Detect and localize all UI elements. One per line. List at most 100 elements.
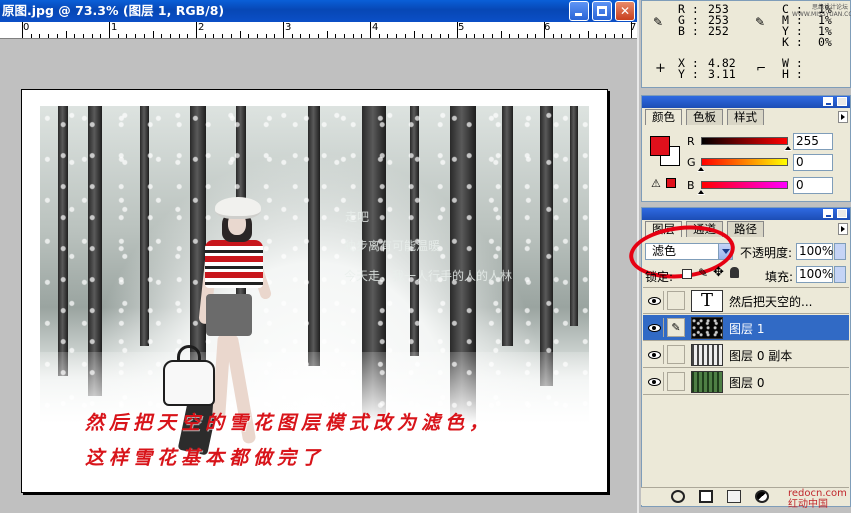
- channel-slider-r[interactable]: [701, 137, 788, 145]
- ruler-tick: [22, 22, 23, 38]
- ruler-tick: [561, 34, 563, 38]
- channel-input-g[interactable]: 0: [793, 154, 833, 171]
- new-group-icon[interactable]: [727, 490, 741, 503]
- ruler-tick: [48, 34, 50, 38]
- ruler-tick: [109, 22, 110, 38]
- ruler-label-2: 2: [198, 22, 205, 33]
- ruler-tick: [274, 34, 276, 38]
- ruler-tick: [370, 22, 371, 38]
- eyedropper-icon: ✎: [653, 15, 664, 29]
- lock-transparency-icon[interactable]: [682, 269, 692, 279]
- document-title-bar[interactable]: 原图.jpg @ 73.3% (图层 1, RGB/8): [0, 0, 637, 22]
- layer-name: 然后把天空的...: [729, 295, 813, 309]
- layers-list: T 然后把天空的... ✎ 图层 1 图层 0 副本 图层 0: [643, 287, 849, 492]
- layers-palette: 图层 通道 路径 滤色 不透明度: 100% 锁定: ✎ ✥ 填充: 100% …: [626, 207, 851, 507]
- eye-icon[interactable]: [645, 291, 664, 310]
- layer-style-icon[interactable]: [671, 490, 685, 503]
- layer-link-cell[interactable]: [667, 372, 685, 391]
- close-button[interactable]: ✕: [615, 1, 635, 21]
- eye-icon[interactable]: [645, 318, 664, 337]
- ruler-tick: [74, 34, 76, 38]
- lock-pixels-icon[interactable]: ✎: [698, 266, 708, 280]
- opacity-input[interactable]: 100%: [796, 243, 833, 260]
- layer-row[interactable]: 图层 0: [643, 369, 849, 395]
- fill-input[interactable]: 100%: [796, 266, 833, 283]
- close-palette-button[interactable]: [837, 209, 847, 218]
- layer-row[interactable]: 图层 0 副本: [643, 342, 849, 368]
- color-palette-titlebar[interactable]: [642, 96, 850, 108]
- fill-slider-button[interactable]: [834, 266, 846, 283]
- ruler-tick: [604, 34, 606, 38]
- ruler-label-3: 3: [285, 22, 292, 33]
- ruler-tick: [204, 34, 206, 38]
- layer-link-cell[interactable]: [667, 345, 685, 364]
- minimize-palette-button[interactable]: [823, 209, 833, 218]
- minimize-button[interactable]: [569, 1, 589, 21]
- channel-slider-b[interactable]: [701, 181, 788, 189]
- ruler-tick: [352, 34, 354, 38]
- ruler-tick: [378, 34, 380, 38]
- layer-thumbnail: [691, 317, 723, 339]
- color-palette: 颜色 色板 样式 ⚠ R 255 G 0 B 0: [641, 95, 851, 202]
- layers-palette-titlebar[interactable]: [642, 208, 850, 220]
- channel-label-b: B: [687, 179, 695, 192]
- crosshair-icon: +: [655, 61, 666, 76]
- ruler-tick: [265, 34, 267, 38]
- add-mask-icon[interactable]: [699, 490, 713, 503]
- ruler-tick: [622, 34, 624, 38]
- ruler-tick: [135, 34, 137, 38]
- tab-paths[interactable]: 路径: [727, 221, 764, 237]
- info-k-label: K :: [782, 35, 803, 49]
- palette-column: ✎ R : 253 G : 253 B : 252 ✎ C : 1% M : 1…: [626, 0, 851, 513]
- ruler-tick: [578, 34, 580, 38]
- layer-thumbnail: [691, 371, 723, 393]
- tab-swatches[interactable]: 色板: [686, 109, 723, 125]
- watermark-line-1: redocn.com: [788, 488, 847, 499]
- instruction-line-1: 然后把天空的雪花图层模式改为滤色，: [85, 412, 494, 434]
- ruler-label-1: 1: [111, 22, 118, 33]
- selection-size-icon: ⌐: [756, 61, 767, 75]
- maximize-button[interactable]: [592, 1, 612, 21]
- ruler-tick: [465, 34, 467, 38]
- palette-menu-button[interactable]: [838, 111, 848, 123]
- slider-thumb-b[interactable]: [697, 189, 705, 195]
- layer-link-cell[interactable]: [667, 291, 685, 310]
- document-title: 原图.jpg @ 73.3% (图层 1, RGB/8): [2, 3, 225, 18]
- tab-color[interactable]: 颜色: [645, 109, 682, 125]
- lock-all-icon[interactable]: [730, 267, 739, 278]
- adjustment-layer-icon[interactable]: [755, 490, 769, 503]
- gamut-warning-icon[interactable]: ⚠: [651, 177, 661, 190]
- channel-input-b[interactable]: 0: [793, 177, 833, 194]
- layer-name: 图层 1: [729, 322, 765, 336]
- gamut-color-swatch[interactable]: [666, 178, 676, 188]
- text-layer-icon: T: [691, 290, 723, 312]
- layer-row[interactable]: ✎ 图层 1: [643, 315, 849, 341]
- tab-styles[interactable]: 样式: [727, 109, 764, 125]
- channel-input-r[interactable]: 255: [793, 133, 833, 150]
- lock-position-icon[interactable]: ✥: [713, 265, 724, 280]
- foreground-color-swatch[interactable]: [650, 136, 670, 156]
- ruler-label-4: 4: [372, 22, 379, 33]
- horizontal-ruler[interactable]: 0 1 2 3 4 5 6 7: [0, 22, 637, 39]
- eye-icon[interactable]: [645, 345, 664, 364]
- ruler-tick: [30, 34, 32, 38]
- close-icon: ✕: [619, 4, 631, 18]
- girl-shorts: [206, 294, 252, 336]
- ruler-tick: [448, 34, 450, 38]
- opacity-slider-button[interactable]: [834, 243, 846, 260]
- slider-thumb-r[interactable]: [784, 145, 792, 151]
- ruler-tick: [570, 34, 572, 38]
- channel-slider-g[interactable]: [701, 158, 788, 166]
- ruler-tick: [117, 34, 119, 38]
- minimize-palette-button[interactable]: [823, 97, 833, 106]
- eye-icon[interactable]: [645, 372, 664, 391]
- redocn-watermark: redocn.com 红动中国: [788, 488, 847, 510]
- palette-menu-button[interactable]: [838, 223, 848, 235]
- ruler-tick: [213, 34, 215, 38]
- slider-thumb-g[interactable]: [697, 166, 705, 172]
- layer-name: 图层 0: [729, 376, 765, 390]
- layer-row[interactable]: T 然后把天空的...: [643, 288, 849, 314]
- close-palette-button[interactable]: [837, 97, 847, 106]
- ruler-tick: [239, 31, 241, 38]
- ruler-tick: [413, 31, 415, 38]
